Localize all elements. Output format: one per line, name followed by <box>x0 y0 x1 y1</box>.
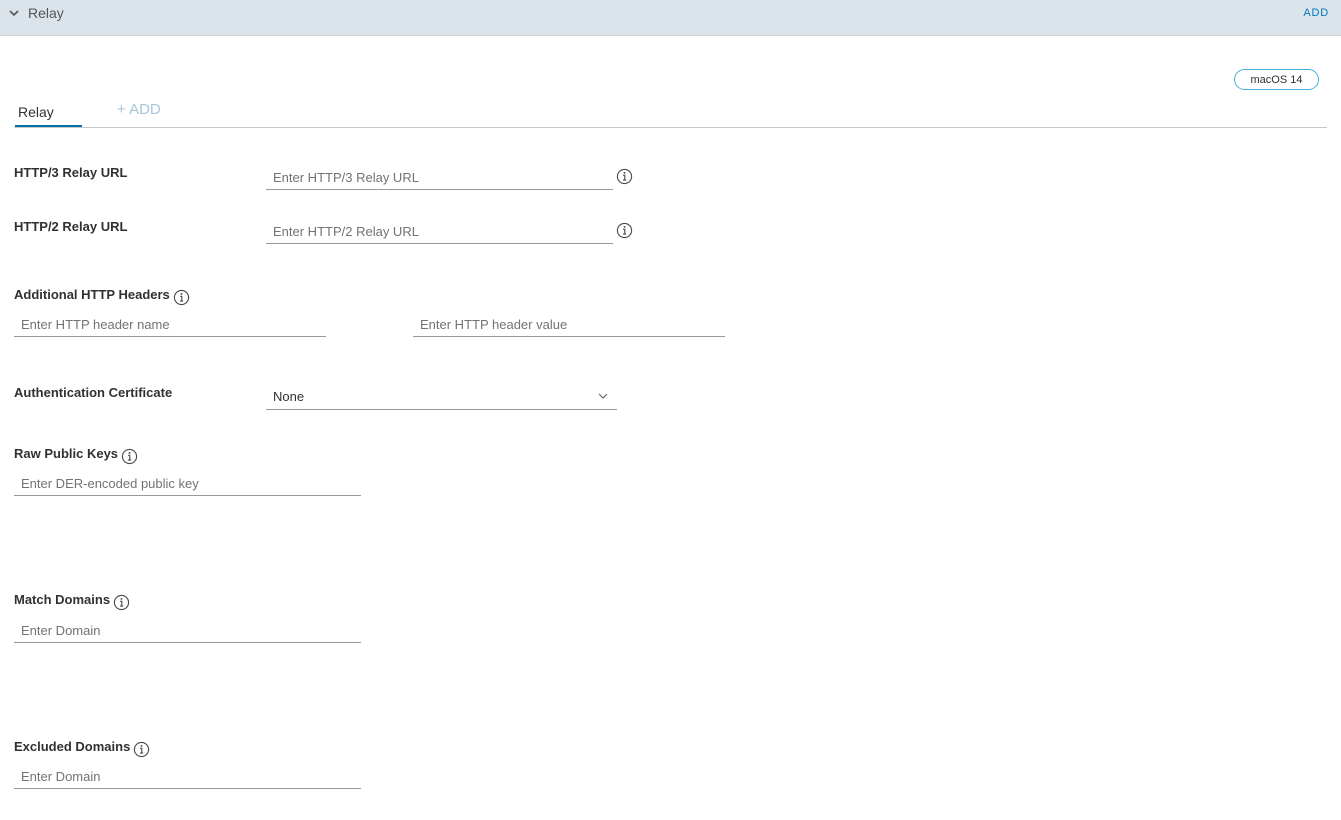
http3-relay-url-label: HTTP/3 Relay URL <box>14 165 127 180</box>
excluded-domain-input[interactable] <box>14 765 361 789</box>
http3-relay-url-label-text: HTTP/3 Relay URL <box>14 165 128 180</box>
authentication-certificate-selected-value: None <box>273 389 305 404</box>
section-title: Relay <box>28 5 64 21</box>
info-icon[interactable] <box>616 222 633 239</box>
http2-relay-url-label: HTTP/2 Relay URL <box>14 219 127 234</box>
tab-relay[interactable]: Relay <box>15 102 82 128</box>
http-header-name-input[interactable] <box>14 313 326 337</box>
raw-public-keys-label-text: Raw Public Keys <box>14 446 119 461</box>
section-add-button[interactable]: ADD <box>1303 7 1329 19</box>
excluded-domains-label: Excluded Domains <box>14 735 150 758</box>
chevron-down-icon <box>9 10 19 17</box>
section-collapse-toggle[interactable]: Relay <box>8 4 64 22</box>
info-icon[interactable] <box>133 741 150 758</box>
tab-add-button[interactable]: + ADD <box>117 101 161 118</box>
tab-relay-label: Relay <box>18 104 54 120</box>
info-icon[interactable] <box>173 289 190 306</box>
info-icon[interactable] <box>616 168 633 185</box>
section-header: Relay ADD <box>0 0 1341 36</box>
additional-http-headers-label: Additional HTTP Headers <box>14 283 190 306</box>
match-domains-label-text: Match Domains <box>14 592 111 607</box>
raw-public-keys-label: Raw Public Keys <box>14 442 138 465</box>
chevron-down-icon <box>598 393 608 399</box>
info-icon[interactable] <box>113 594 130 611</box>
excluded-domains-label-text: Excluded Domains <box>14 739 131 754</box>
additional-http-headers-label-text: Additional HTTP Headers <box>14 287 170 302</box>
match-domain-input[interactable] <box>14 619 361 643</box>
raw-public-key-input[interactable] <box>14 472 361 496</box>
authentication-certificate-label-text: Authentication Certificate <box>14 385 173 400</box>
os-version-badge: macOS 14 <box>1234 69 1319 90</box>
match-domains-label: Match Domains <box>14 588 130 611</box>
http3-relay-url-input[interactable] <box>266 166 613 190</box>
tabs-divider <box>14 127 1327 128</box>
http2-relay-url-label-text: HTTP/2 Relay URL <box>14 219 128 234</box>
info-icon[interactable] <box>121 448 138 465</box>
authentication-certificate-label: Authentication Certificate <box>14 385 172 400</box>
http2-relay-url-input[interactable] <box>266 220 613 244</box>
http-header-value-input[interactable] <box>413 313 725 337</box>
authentication-certificate-select[interactable]: None <box>266 384 617 410</box>
